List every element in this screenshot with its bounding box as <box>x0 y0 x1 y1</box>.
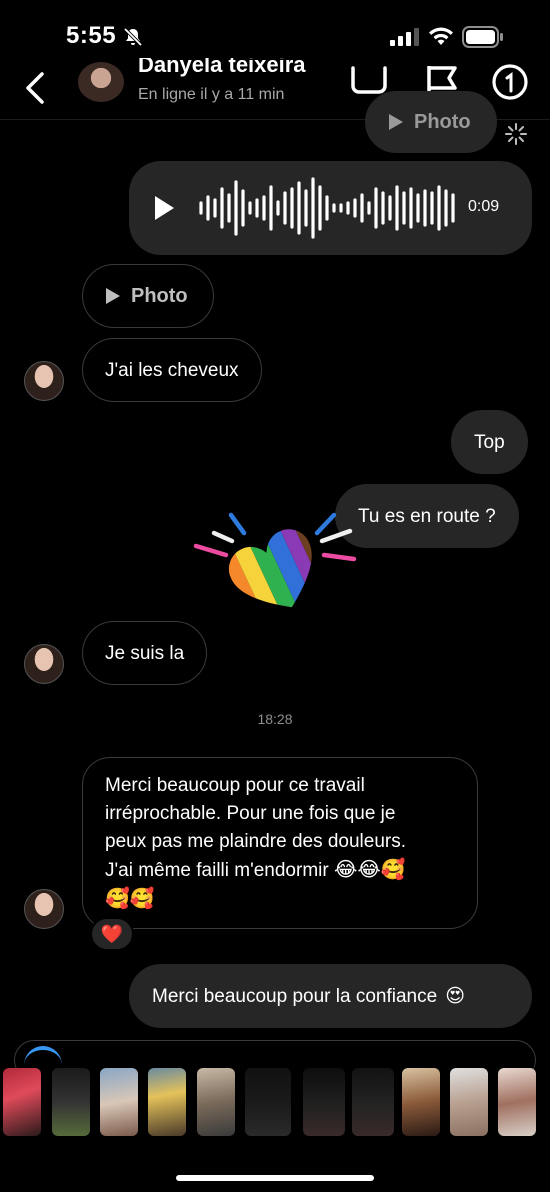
contact-avatar[interactable] <box>78 62 124 102</box>
message-line: irréprochable. Pour une fois que je <box>105 803 396 824</box>
message-line: J'ai même failli m'endormir 😂😂🥰 <box>105 856 455 885</box>
media-thumbnail[interactable] <box>148 1068 186 1136</box>
message-line: Merci beaucoup pour ce travail <box>105 775 365 796</box>
message-bubble-outgoing[interactable]: Tu es en route ? <box>335 484 519 548</box>
message-text: Top <box>474 431 505 453</box>
message-bubble-incoming-long[interactable]: Merci beaucoup pour ce travail irréproch… <box>82 757 478 929</box>
sender-avatar[interactable] <box>24 361 64 401</box>
voice-message-bubble[interactable]: 0:09 <box>129 161 532 255</box>
media-thumbnail[interactable] <box>197 1068 235 1136</box>
pride-heart-sticker[interactable] <box>192 511 358 621</box>
photo-label: Photo <box>414 110 471 133</box>
loading-spinner-icon <box>505 123 527 145</box>
contact-name[interactable]: Danyela teixeira <box>138 58 306 78</box>
media-thumbnail[interactable] <box>402 1068 440 1136</box>
play-icon <box>106 288 120 304</box>
signal-icon <box>390 28 419 46</box>
bell-off-icon <box>123 27 143 47</box>
battery-icon <box>462 26 503 48</box>
media-thumbnail[interactable] <box>303 1068 345 1136</box>
media-thumbnail[interactable] <box>3 1068 41 1136</box>
message-text: J'ai les cheveux <box>105 359 239 381</box>
media-thumbnail[interactable] <box>52 1068 90 1136</box>
sender-avatar[interactable] <box>24 644 64 684</box>
voice-duration: 0:09 <box>468 198 500 215</box>
message-text: Merci beaucoup pour la confiance <box>152 985 438 1007</box>
message-bubble-outgoing[interactable]: Merci beaucoup pour la confiance 😍 <box>129 964 532 1028</box>
emoji-group: 😂😂🥰 <box>333 859 406 881</box>
message-bubble-incoming[interactable]: Je suis la <box>82 621 208 685</box>
emoji: 😍 <box>445 985 465 1007</box>
back-icon[interactable] <box>20 66 50 106</box>
audio-waveform[interactable] <box>199 175 459 241</box>
message-bubble-photo-incoming[interactable]: Photo <box>82 264 214 328</box>
photo-label: Photo <box>131 284 188 307</box>
message-line: peux pas me plaindre des douleurs. <box>105 831 407 852</box>
sender-avatar[interactable] <box>24 889 64 929</box>
home-indicator[interactable] <box>176 1175 374 1181</box>
timestamp: 18:28 <box>257 711 293 727</box>
heart-icon: ❤️ <box>100 923 124 944</box>
play-icon[interactable] <box>153 195 175 221</box>
media-thumbnail[interactable] <box>100 1068 138 1136</box>
heart-reaction[interactable]: ❤️ <box>90 917 134 951</box>
status-time: 5:55 <box>66 22 117 49</box>
message-bubble-outgoing[interactable]: Top <box>451 410 528 474</box>
message-bubble-photo-outgoing[interactable]: Photo <box>365 91 497 153</box>
recent-media-strip[interactable] <box>0 1064 550 1140</box>
message-line-text: J'ai même failli m'endormir <box>105 860 329 881</box>
media-thumbnail[interactable] <box>450 1068 488 1136</box>
wifi-icon <box>429 27 453 45</box>
emoji-group: 🥰🥰 <box>105 888 155 910</box>
media-thumbnail[interactable] <box>245 1068 291 1136</box>
message-bubble-incoming[interactable]: J'ai les cheveux <box>82 338 262 402</box>
dm-thread-screen: 5:55 Danyela teixeira En ligne il y a 11… <box>0 0 550 1192</box>
play-icon <box>389 114 403 130</box>
media-thumbnail[interactable] <box>352 1068 394 1136</box>
message-text: Je suis la <box>105 642 185 664</box>
presence-status: En ligne il y a 11 min <box>138 86 285 103</box>
info-icon[interactable] <box>490 62 530 102</box>
message-text: Tu es en route ? <box>358 505 496 527</box>
media-thumbnail[interactable] <box>498 1068 536 1136</box>
message-list[interactable]: Photo 0:09 Photo J'ai les cheveux Top Tu… <box>0 91 550 1041</box>
